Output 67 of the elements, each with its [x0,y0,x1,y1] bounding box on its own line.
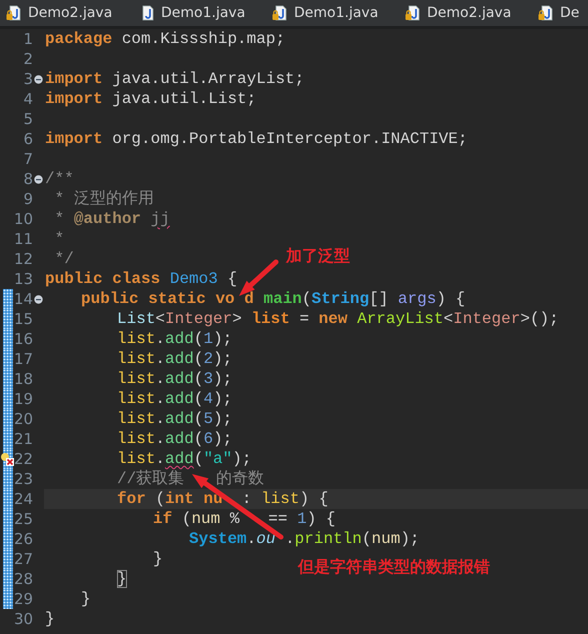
line-number: 3 [22,69,33,89]
code-line: public static vo d main(String[] args) { [80,289,466,309]
annotation-text: 加了泛型 [286,246,350,267]
code-line: /** [45,169,74,189]
code-line: List<Integer> list = new ArrayList<Integer>(); [116,309,559,329]
line-number: 12 [14,249,33,269]
code-line: list.add(4); [116,389,232,409]
line-number: 14 [14,289,33,309]
code-line: list.add(1); [116,329,232,349]
line-number: 4 [22,89,33,109]
code-line: } [116,569,127,589]
line-number: 22 [14,449,33,469]
code-line: } [80,589,91,609]
line-number: 23 [14,469,33,489]
code-line: * @author jj [54,209,170,229]
code-line: //获取集 的奇数 [116,469,264,489]
code-line: } [152,549,163,569]
line-number: 21 [14,429,33,449]
line-number: 24 [14,489,33,509]
line-number: 10 [14,209,33,229]
line-number: 18 [14,369,33,389]
line-number: 8 [22,169,33,189]
line-number: 25 [14,509,33,529]
line-number: 2 [22,49,33,69]
collapse-icon[interactable] [34,174,43,184]
line-number: 29 [14,589,33,609]
code-line: list.add("a"); [116,449,252,469]
code-line: if (num % == 1) { [152,509,336,529]
editor-tab[interactable]: Demo1.java [266,0,399,26]
line-number: 17 [14,349,33,369]
error-icon[interactable] [0,452,14,466]
line-number: 1 [22,29,33,49]
line-number: 15 [14,309,33,329]
code-line: */ [54,249,74,269]
line-number: 6 [22,129,33,149]
code-line: list.add(5); [116,409,232,429]
line-number: 26 [14,529,33,549]
code-line: import org.omg.PortableInterceptor.INACTIVE; [45,129,468,149]
editor-tab[interactable]: Demo2.java [0,0,133,26]
line-number: 9 [22,189,33,209]
code-line: list.add(2); [116,349,232,369]
code-line: public class Demo3 { [45,269,238,289]
editor-tab[interactable]: De [532,0,588,26]
code-line: * 泛型的作用 [54,189,154,209]
code-line: list.add(6); [116,429,232,449]
line-number: 28 [14,569,33,589]
line-number: 13 [14,269,33,289]
code-line: System.ou .println(num); [188,529,420,549]
line-number: 11 [14,229,33,249]
collapse-icon[interactable] [34,74,43,84]
line-number: 5 [22,109,33,129]
code-line: package com.Kissship.map; [45,29,286,49]
code-line: } [45,609,55,629]
line-number: 30 [14,609,33,629]
code-line: import java.util.List; [45,89,256,109]
editor-tab[interactable]: Demo1.java [133,0,266,26]
line-number: 20 [14,409,33,429]
annotation-text: 但是字符串类型的数据报错 [298,557,490,578]
line-number: 27 [14,549,33,569]
editor-tab[interactable]: Demo2.java [399,0,532,26]
line-number: 7 [22,149,33,169]
code-line: list.add(3); [116,369,232,389]
collapse-icon[interactable] [34,294,43,304]
line-number: 16 [14,329,33,349]
line-number: 19 [14,389,33,409]
code-line: * [54,229,64,249]
code-line: import java.util.ArrayList; [45,69,304,89]
